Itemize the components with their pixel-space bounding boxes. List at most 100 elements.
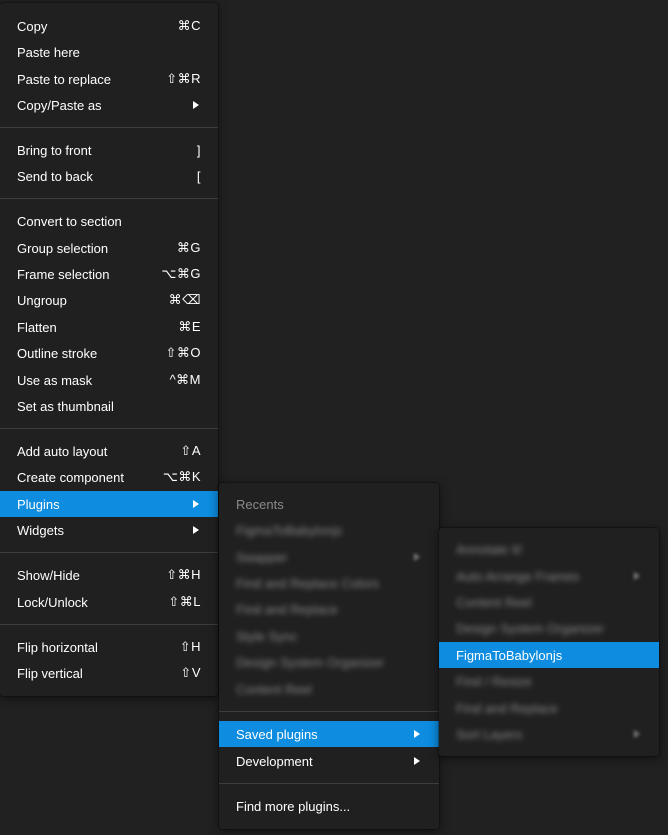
chevron-right-icon: [193, 526, 199, 534]
menu-item-development[interactable]: Development: [219, 748, 439, 774]
recents-header-label: Recents: [236, 496, 284, 512]
menu-item-convert-to-section[interactable]: Convert to section: [0, 208, 218, 234]
chevron-right-icon: [634, 572, 640, 580]
chevron-right-icon: [414, 757, 420, 765]
chevron-right-icon: [414, 730, 420, 738]
menu-separator: [0, 198, 218, 199]
recent-plugin-label: Find and Replace Colors: [236, 575, 380, 591]
menu-item-label: Group selection: [17, 240, 109, 256]
menu-item-label: Saved plugins: [236, 726, 318, 742]
recent-plugin-label: Content Reel: [236, 681, 312, 697]
chevron-right-icon: [414, 553, 420, 561]
shortcut-bring-to-front: ]: [196, 142, 201, 158]
menu-item-saved-plugins[interactable]: Saved plugins: [219, 721, 439, 747]
chevron-right-icon: [193, 101, 199, 109]
menu-item-send-to-back[interactable]: Send to back [: [0, 163, 218, 189]
recent-plugin-label: Find and Replace: [236, 601, 338, 617]
menu-item-lock-unlock[interactable]: Lock/Unlock ⇧⌘L: [0, 589, 218, 615]
menu-separator: [219, 783, 439, 784]
saved-plugins-submenu: Annotate It! Auto Arrange Frames Content…: [439, 528, 659, 756]
menu-item-copy-paste-as[interactable]: Copy/Paste as: [0, 92, 218, 118]
recent-plugin-item[interactable]: Style Sync: [219, 623, 439, 649]
menu-item-label: Flip vertical: [17, 665, 83, 681]
chevron-right-icon: [634, 730, 640, 738]
menu-item-label: Copy: [17, 18, 48, 34]
shortcut-ungroup: ⌘⌫: [168, 292, 201, 307]
menu-item-set-as-thumbnail[interactable]: Set as thumbnail: [0, 393, 218, 419]
recent-plugin-label: Design System Organizer: [236, 654, 385, 670]
menu-item-flip-horizontal[interactable]: Flip horizontal ⇧H: [0, 634, 218, 660]
saved-plugin-item[interactable]: Find and Replace: [439, 695, 659, 721]
saved-plugin-item[interactable]: Design System Organizer: [439, 615, 659, 641]
saved-plugin-label: Sort Layers: [456, 726, 523, 742]
menu-item-label: Bring to front: [17, 142, 92, 158]
plugins-submenu: Recents FigmaToBabylonjs Swapper Find an…: [219, 483, 439, 829]
recent-plugin-item[interactable]: Swapper: [219, 544, 439, 570]
menu-item-group-selection[interactable]: Group selection ⌘G: [0, 235, 218, 261]
menu-item-widgets[interactable]: Widgets: [0, 517, 218, 543]
menu-item-find-more-plugins[interactable]: Find more plugins...: [219, 793, 439, 819]
chevron-right-icon: [193, 500, 199, 508]
recent-plugin-item[interactable]: Content Reel: [219, 676, 439, 702]
menu-item-label: Paste to replace: [17, 71, 111, 87]
recent-plugin-item[interactable]: Design System Organizer: [219, 649, 439, 675]
menu-item-label: Flip horizontal: [17, 639, 98, 655]
shortcut-send-to-back: [: [196, 168, 201, 184]
menu-item-label: Widgets: [17, 522, 64, 538]
menu-item-paste-to-replace[interactable]: Paste to replace ⇧⌘R: [0, 66, 218, 92]
menu-item-bring-to-front[interactable]: Bring to front ]: [0, 137, 218, 163]
saved-plugin-label: Auto Arrange Frames: [456, 568, 580, 584]
menu-separator: [219, 711, 439, 712]
recent-plugin-label: Style Sync: [236, 628, 298, 644]
menu-item-label: Show/Hide: [17, 567, 80, 583]
saved-plugin-item-figmatobabylonjs[interactable]: FigmaToBabylonjs: [439, 642, 659, 668]
saved-plugin-label: FigmaToBabylonjs: [456, 647, 563, 663]
menu-item-flatten[interactable]: Flatten ⌘E: [0, 314, 218, 340]
menu-item-label: Ungroup: [17, 292, 67, 308]
menu-item-label: Convert to section: [17, 213, 122, 229]
menu-item-outline-stroke[interactable]: Outline stroke ⇧⌘O: [0, 340, 218, 366]
menu-item-paste-here[interactable]: Paste here: [0, 39, 218, 65]
menu-item-label: Outline stroke: [17, 345, 98, 361]
saved-plugin-item[interactable]: Sort Layers: [439, 721, 659, 747]
shortcut-frame-selection: ⌥⌘G: [161, 266, 201, 281]
shortcut-add-auto-layout: ⇧A: [180, 443, 201, 458]
recent-plugin-item[interactable]: Find and Replace: [219, 596, 439, 622]
shortcut-create-component: ⌥⌘K: [162, 469, 201, 484]
menu-item-create-component[interactable]: Create component ⌥⌘K: [0, 464, 218, 490]
menu-item-use-as-mask[interactable]: Use as mask ^⌘M: [0, 367, 218, 393]
saved-plugin-label: Content Reel: [456, 594, 532, 610]
menu-item-label: Send to back: [17, 168, 93, 184]
menu-item-label: Use as mask: [17, 372, 93, 388]
shortcut-show-hide: ⇧⌘H: [166, 567, 201, 582]
menu-item-flip-vertical[interactable]: Flip vertical ⇧V: [0, 660, 218, 686]
menu-item-label: Frame selection: [17, 266, 110, 282]
saved-plugin-item[interactable]: Content Reel: [439, 589, 659, 615]
recent-plugin-item[interactable]: FigmaToBabylonjs: [219, 517, 439, 543]
recent-plugin-item[interactable]: Find and Replace Colors: [219, 570, 439, 596]
saved-plugin-label: Find / Resize: [456, 673, 532, 689]
menu-item-copy[interactable]: Copy ⌘C: [0, 13, 218, 39]
saved-plugin-item[interactable]: Auto Arrange Frames: [439, 563, 659, 589]
menu-item-label: Add auto layout: [17, 443, 108, 459]
saved-plugin-item[interactable]: Annotate It!: [439, 536, 659, 562]
menu-item-plugins[interactable]: Plugins: [0, 491, 218, 517]
menu-item-label: Set as thumbnail: [17, 398, 114, 414]
shortcut-flatten: ⌘E: [178, 319, 201, 334]
shortcut-use-as-mask: ^⌘M: [169, 372, 201, 387]
shortcut-flip-vertical: ⇧V: [180, 665, 201, 680]
context-menu: Copy ⌘C Paste here Paste to replace ⇧⌘R …: [0, 3, 218, 696]
menu-item-frame-selection[interactable]: Frame selection ⌥⌘G: [0, 261, 218, 287]
recent-plugin-label: FigmaToBabylonjs: [236, 522, 343, 538]
shortcut-paste-to-replace: ⇧⌘R: [166, 71, 201, 86]
saved-plugin-label: Design System Organizer: [456, 620, 605, 636]
menu-item-add-auto-layout[interactable]: Add auto layout ⇧A: [0, 438, 218, 464]
menu-separator: [0, 624, 218, 625]
menu-item-ungroup[interactable]: Ungroup ⌘⌫: [0, 287, 218, 313]
menu-item-label: Development: [236, 753, 313, 769]
menu-separator: [0, 428, 218, 429]
menu-item-show-hide[interactable]: Show/Hide ⇧⌘H: [0, 562, 218, 588]
shortcut-copy: ⌘C: [177, 18, 201, 33]
menu-item-label: Find more plugins...: [236, 798, 351, 814]
saved-plugin-item[interactable]: Find / Resize: [439, 668, 659, 694]
